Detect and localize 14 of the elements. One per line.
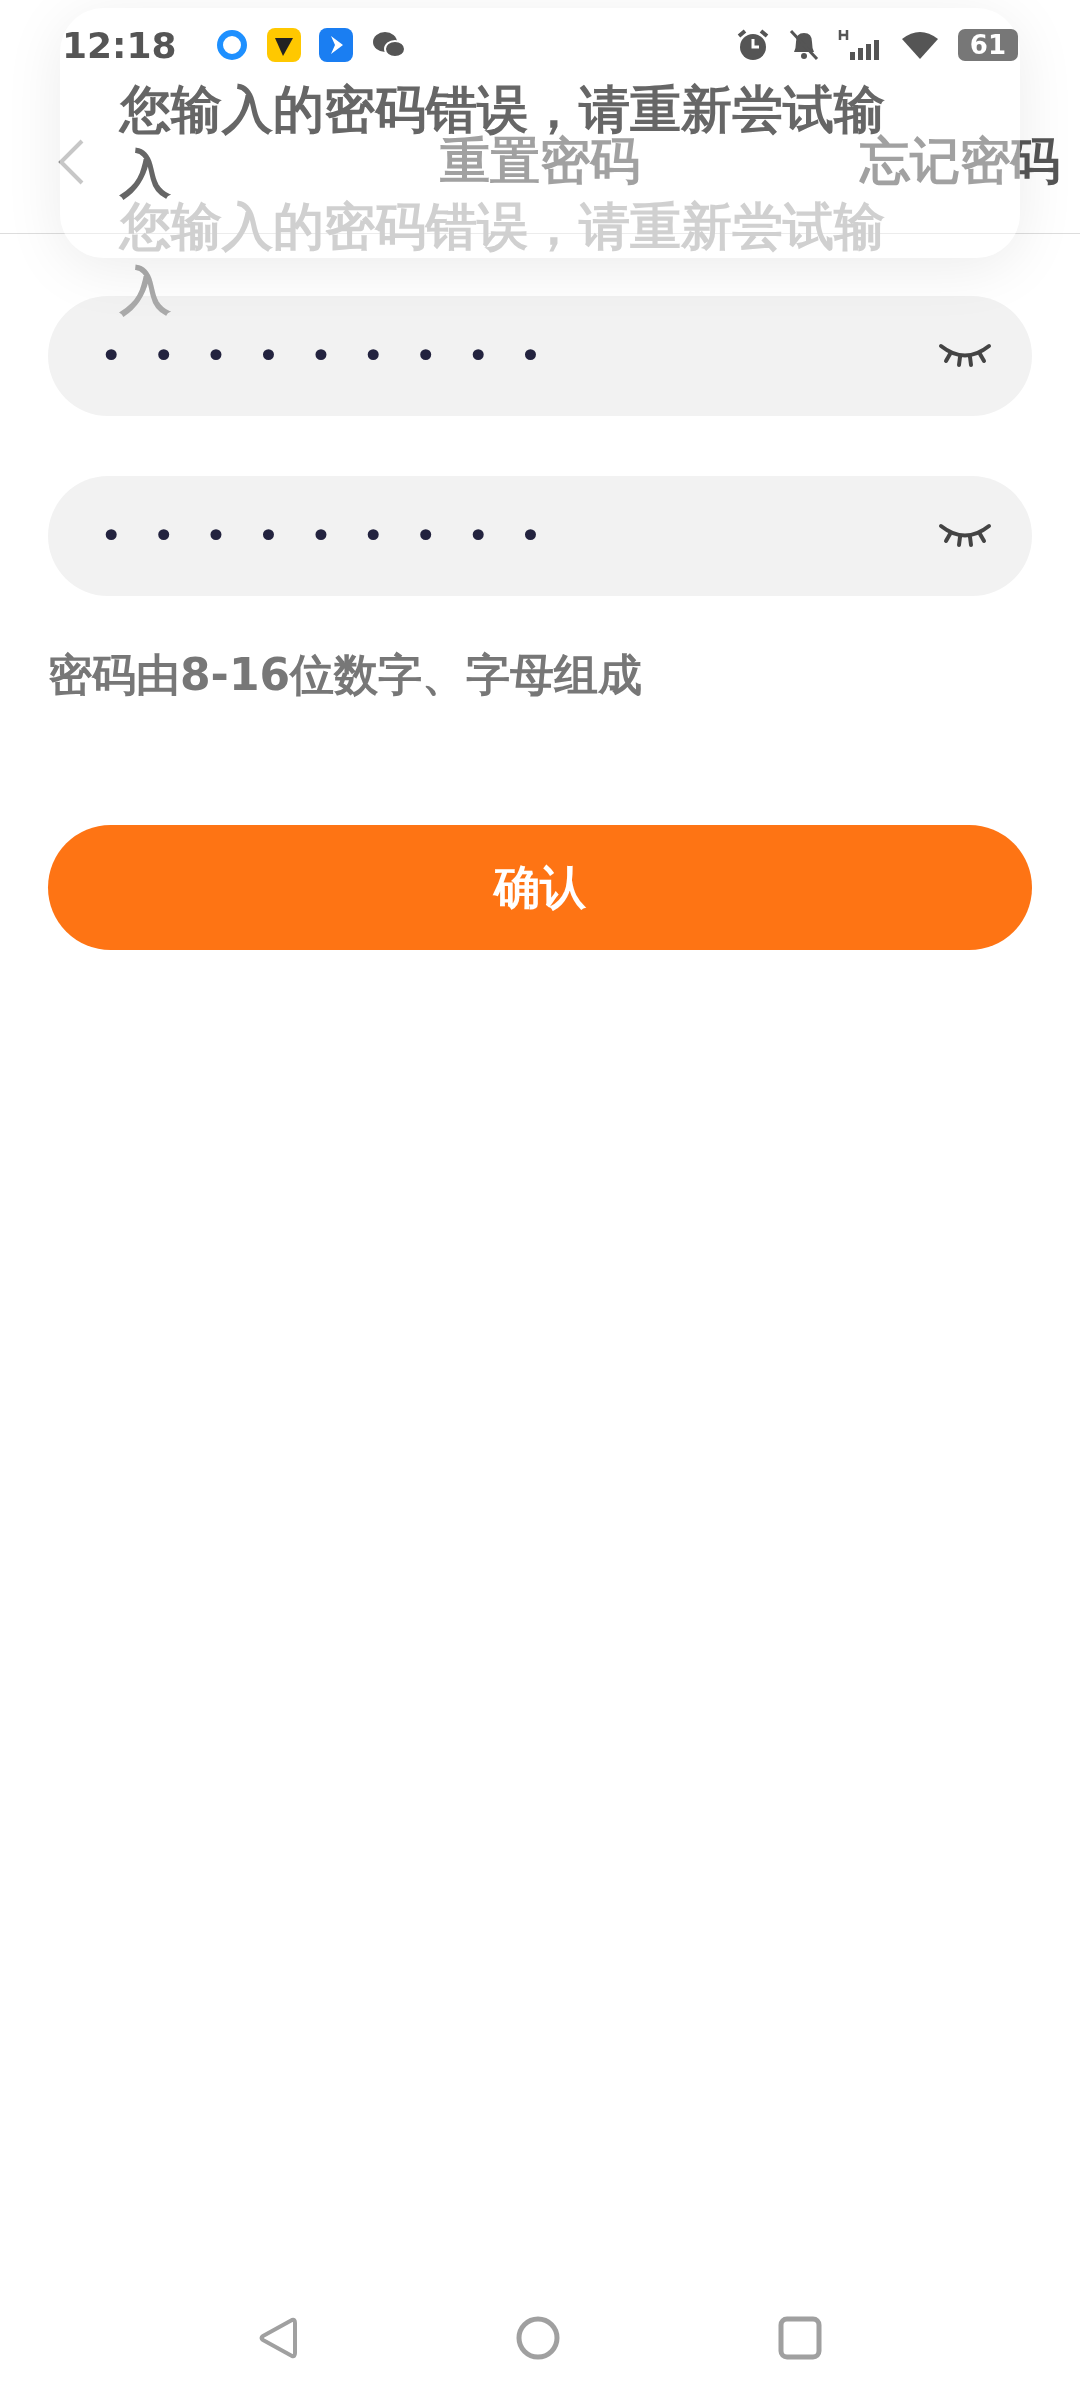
toast-message: 入	[120, 143, 171, 203]
arrow-app-icon	[318, 28, 353, 62]
password-field[interactable]: •••••••••	[48, 476, 1032, 596]
battery-indicator: 61	[957, 29, 1018, 61]
muted-bell-icon	[787, 28, 820, 62]
wifi-icon	[899, 29, 940, 61]
back-icon[interactable]	[258, 2315, 299, 2360]
ring-app-icon	[214, 28, 249, 62]
status-time: 12:18	[62, 24, 177, 66]
password-hint: 密码由8-16位数字、字母组成	[48, 648, 644, 702]
alarm-icon	[735, 28, 770, 62]
recents-icon[interactable]	[777, 2315, 822, 2360]
signal-icon	[837, 28, 882, 62]
home-icon[interactable]	[515, 2314, 561, 2361]
